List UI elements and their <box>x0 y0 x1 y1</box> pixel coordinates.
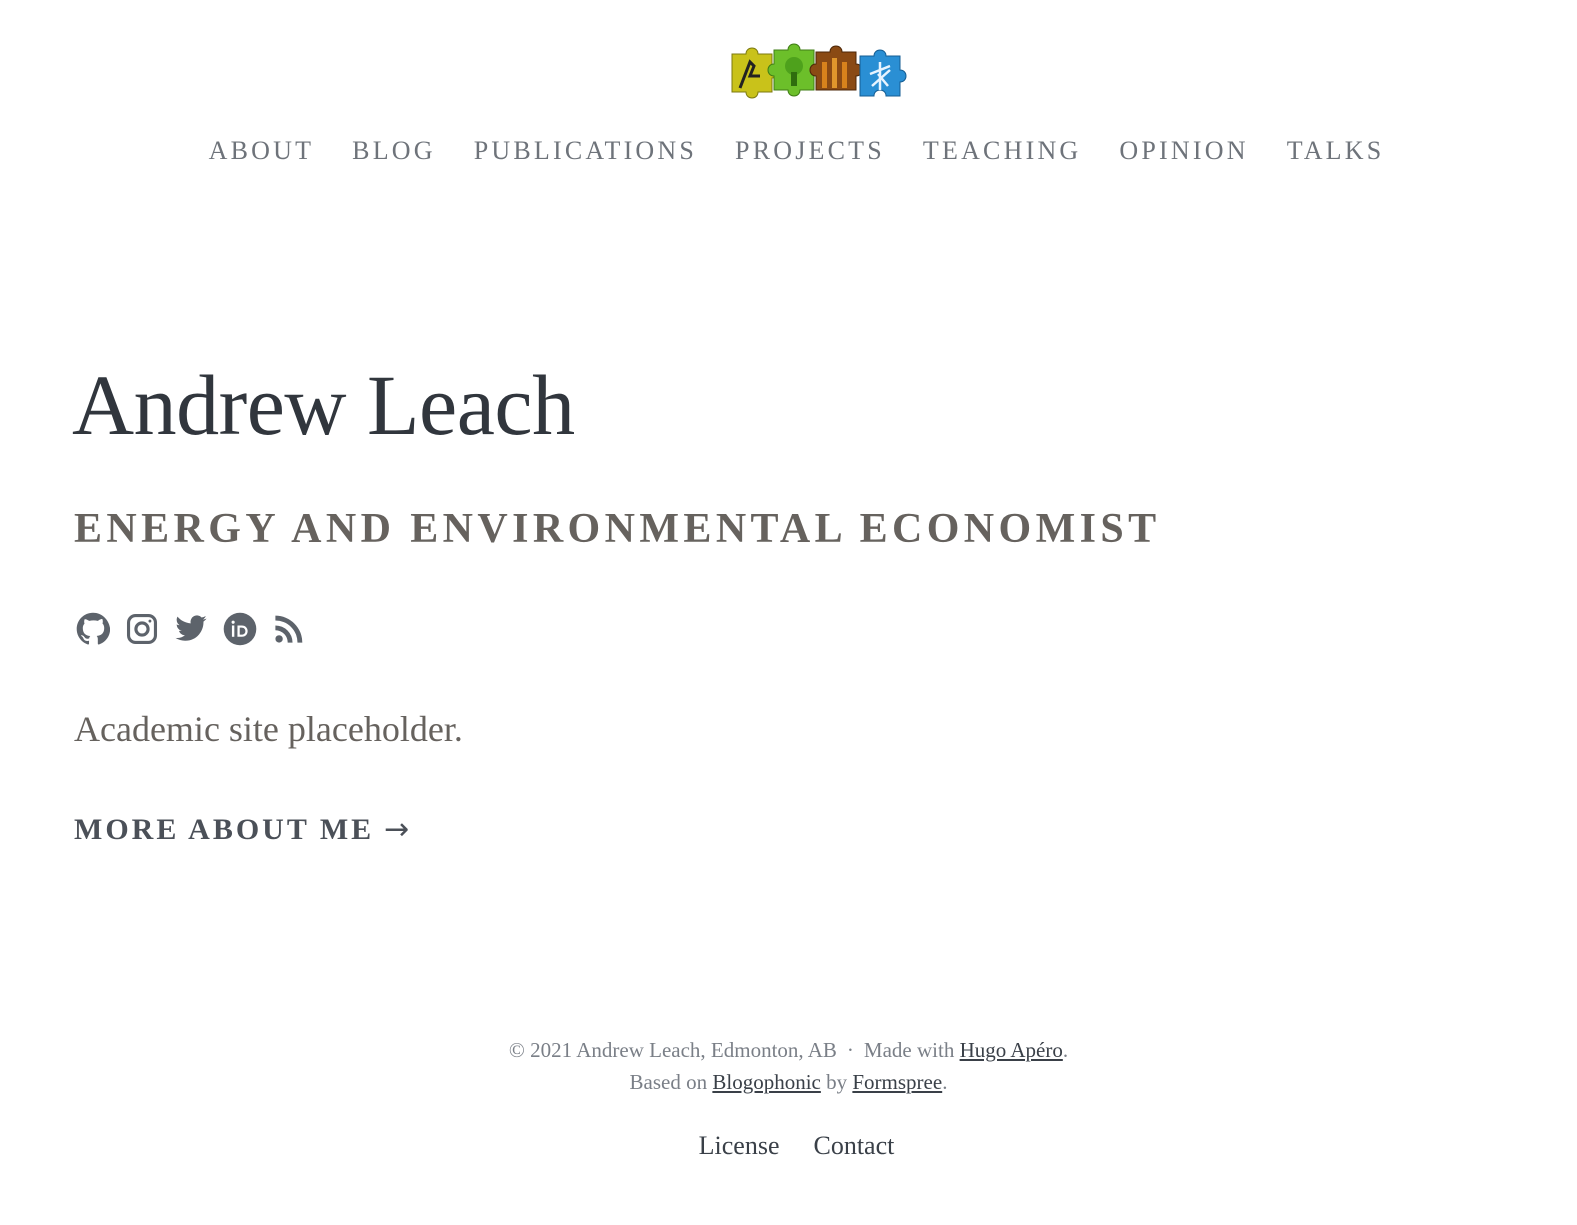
puzzle-pieces-logo-icon[interactable] <box>730 40 908 100</box>
footer-period: . <box>1062 1038 1069 1062</box>
nav-item-about[interactable]: ABOUT <box>209 138 315 164</box>
footer-copyright: © 2021 Andrew Leach, Edmonton, AB <box>508 1038 837 1062</box>
footer-link-license[interactable]: License <box>699 1131 780 1161</box>
arrow-right-icon: → <box>384 812 410 847</box>
nav-item-projects[interactable]: PROJECTS <box>735 138 885 164</box>
footer-by-text: by <box>826 1070 848 1094</box>
main-nav: ABOUT BLOG PUBLICATIONS PROJECTS TEACHIN… <box>0 138 1577 164</box>
more-about-me-link[interactable]: MORE ABOUT ME → <box>74 812 409 847</box>
footer-based-on: Based on Blogophonic by Formspree. <box>0 1070 1577 1095</box>
github-icon[interactable] <box>76 610 110 648</box>
more-about-me-label: MORE ABOUT ME <box>74 813 375 846</box>
hero-description: Academic site placeholder. <box>74 709 463 749</box>
footer-based-on-text: Based on <box>629 1070 708 1094</box>
page-title: Andrew Leach <box>72 357 575 453</box>
footer-made-with: Made with <box>863 1038 955 1062</box>
page: ABOUT BLOG PUBLICATIONS PROJECTS TEACHIN… <box>0 0 1577 1225</box>
orcid-icon[interactable] <box>223 610 257 648</box>
rss-icon[interactable] <box>272 610 306 648</box>
footer-links: License Contact <box>0 1131 1577 1161</box>
nav-item-talks[interactable]: TALKS <box>1287 138 1385 164</box>
footer-credits: © 2021 Andrew Leach, Edmonton, AB · Made w… <box>0 1038 1577 1063</box>
instagram-icon[interactable] <box>125 610 159 648</box>
footer-separator: · <box>846 1038 854 1062</box>
nav-item-teaching[interactable]: TEACHING <box>923 138 1081 164</box>
nav-item-publications[interactable]: PUBLICATIONS <box>474 138 697 164</box>
social-links <box>76 610 306 648</box>
hugo-apero-link[interactable]: Hugo Apéro <box>960 1038 1063 1062</box>
hero-subtitle: ENERGY AND ENVIRONMENTAL ECONOMIST <box>74 506 1161 552</box>
footer-link-contact[interactable]: Contact <box>813 1131 894 1161</box>
blogophonic-link[interactable]: Blogophonic <box>712 1070 821 1094</box>
nav-item-blog[interactable]: BLOG <box>352 138 436 164</box>
formspree-link[interactable]: Formspree <box>852 1070 942 1094</box>
twitter-icon[interactable] <box>174 610 208 648</box>
footer-period-2: . <box>942 1070 948 1094</box>
nav-item-opinion[interactable]: OPINION <box>1119 138 1248 164</box>
